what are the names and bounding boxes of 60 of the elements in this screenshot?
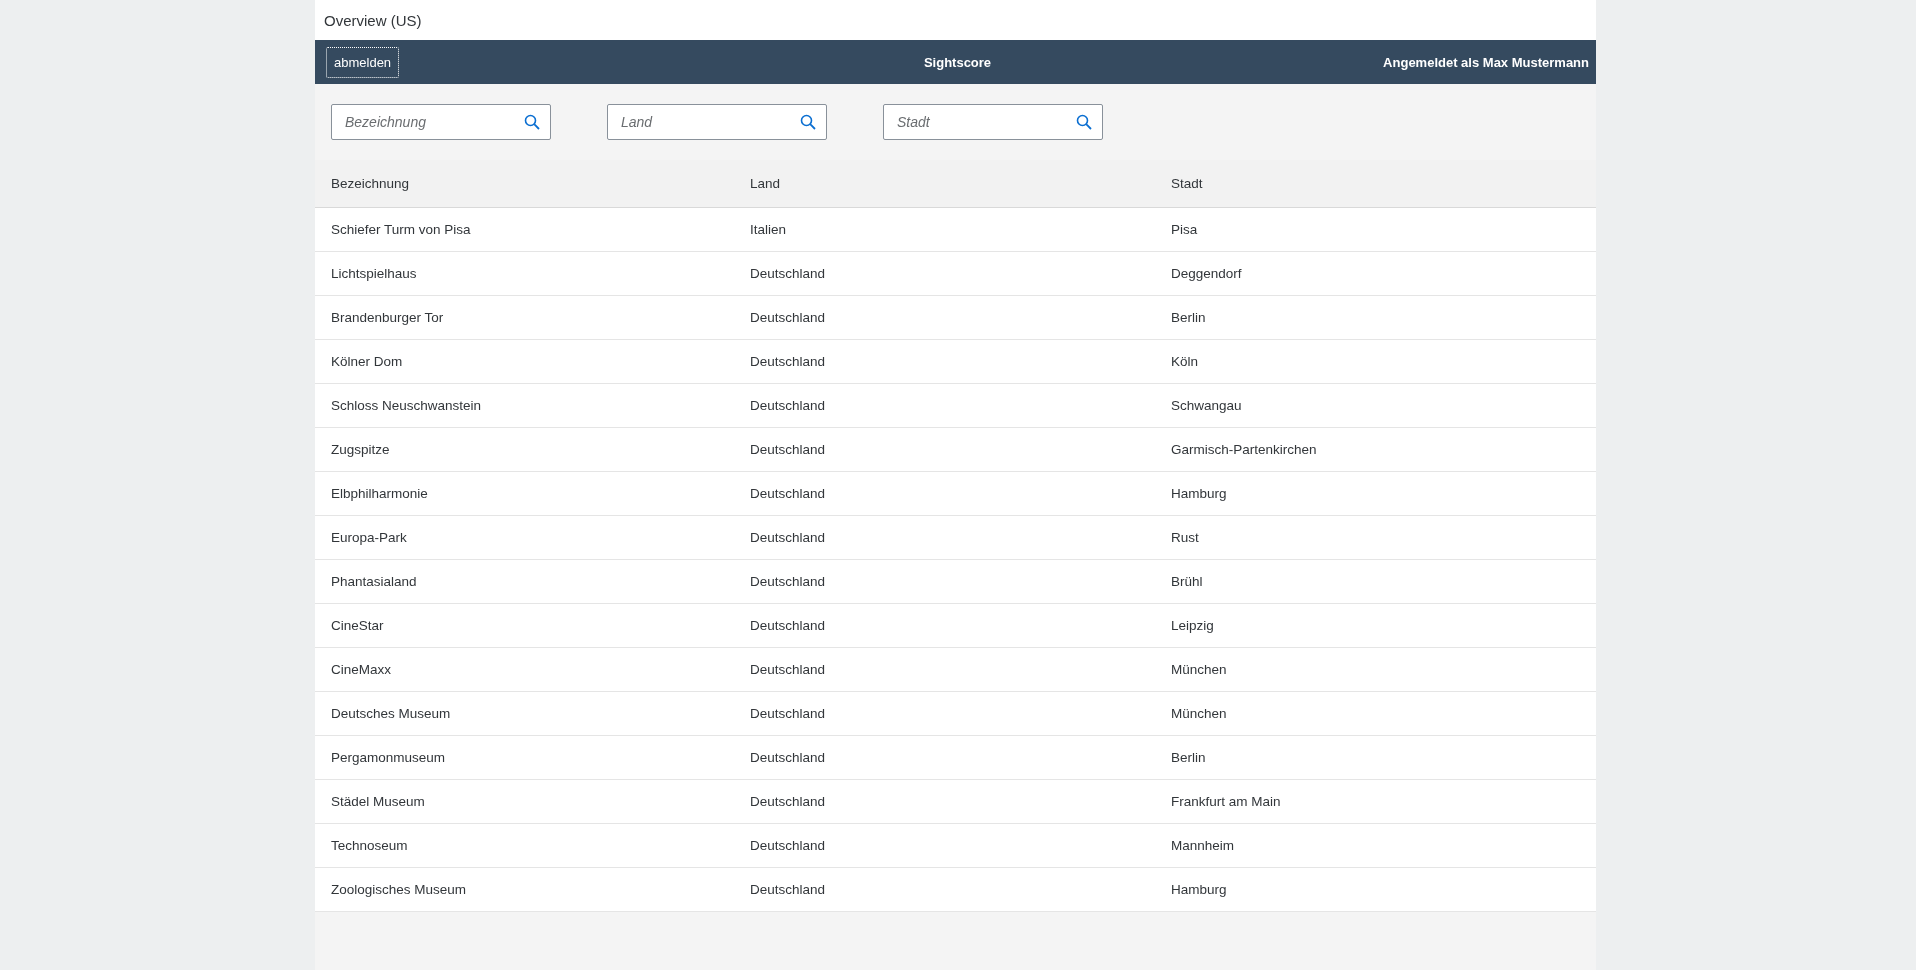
table-cell-text: Hamburg [1171, 882, 1228, 897]
table-cell-text: Schwangau [1171, 398, 1243, 413]
table-cell-text: Deutschland [750, 266, 827, 281]
column-header: Land [750, 176, 782, 191]
search-field[interactable]: Land [607, 104, 827, 140]
table-cell-text: Berlin [1171, 310, 1207, 325]
search-icon[interactable] [800, 114, 816, 130]
table-cell-text: Städel Museum [331, 794, 426, 809]
table-cell-text: Zoologisches Museum [331, 882, 468, 897]
table-cell-text: Deutschland [750, 882, 827, 897]
table-cell-text: Italien [750, 222, 788, 237]
search-field[interactable]: Bezeichnung [331, 104, 551, 140]
table-cell-text: Deutschland [750, 706, 827, 721]
table-cell-text: Deutschland [750, 442, 827, 457]
table-cell-text: Deutschland [750, 354, 827, 369]
table-cell-text: Pergamonmuseum [331, 750, 447, 765]
table-cell-text: Deutschland [750, 574, 827, 589]
table-cell-text: Zugspitze [331, 442, 391, 457]
table-cell-text: Berlin [1171, 750, 1207, 765]
table-cell-text: Köln [1171, 354, 1200, 369]
table-cell-text: Schiefer Turm von Pisa [331, 222, 472, 237]
table-cell-text: Elbphilharmonie [331, 486, 429, 501]
table-cell-text: Deutschland [750, 398, 827, 413]
table-cell-text: Lichtspielhaus [331, 266, 418, 281]
column-header: Bezeichnung [331, 176, 411, 191]
table-cell-text: Leipzig [1171, 618, 1215, 633]
table-cell-text: Kölner Dom [331, 354, 404, 369]
table-cell-text: Brühl [1171, 574, 1204, 589]
table-cell-text: Mannheim [1171, 838, 1236, 853]
table-cell-text: CineMaxx [331, 662, 393, 677]
table-cell-text: Phantasialand [331, 574, 418, 589]
search-icon[interactable] [524, 114, 540, 130]
table-cell-text: Rust [1171, 530, 1200, 545]
table-cell-text: Brandenburger Tor [331, 310, 445, 325]
table-cell-text: Deggendorf [1171, 266, 1243, 281]
search-field[interactable]: Stadt [883, 104, 1103, 140]
table-cell-text: Hamburg [1171, 486, 1228, 501]
table-cell-text: Europa-Park [331, 530, 408, 545]
table-cell-text: CineStar [331, 618, 385, 633]
table-cell-text: Schloss Neuschwanstein [331, 398, 483, 413]
search-icon[interactable] [1076, 114, 1092, 130]
table-cell-text: München [1171, 706, 1228, 721]
app-title: Sightscore [923, 54, 992, 70]
table-cell-text: Deutsches Museum [331, 706, 452, 721]
table-cell-text: Deutschland [750, 530, 827, 545]
table-cell-text: München [1171, 662, 1228, 677]
window-title: Overview (US) [324, 11, 422, 29]
table-cell-text: Garmisch-Partenkirchen [1171, 442, 1318, 457]
table-cell-text: Technoseum [331, 838, 409, 853]
table-cell-text: Deutschland [750, 310, 827, 325]
table-cell-text: Deutschland [750, 618, 827, 633]
table-cell-text: Deutschland [750, 486, 827, 501]
table-cell-text: Deutschland [750, 750, 827, 765]
table-cell-text: Deutschland [750, 662, 827, 677]
table-cell-text: Frankfurt am Main [1171, 794, 1282, 809]
table-cell-text: Deutschland [750, 838, 827, 853]
table-cell-text: Deutschland [750, 794, 827, 809]
column-header: Stadt [1171, 176, 1204, 191]
user-label: Angemeldet als Max Mustermann [1383, 54, 1589, 70]
table-cell-text: Pisa [1171, 222, 1199, 237]
